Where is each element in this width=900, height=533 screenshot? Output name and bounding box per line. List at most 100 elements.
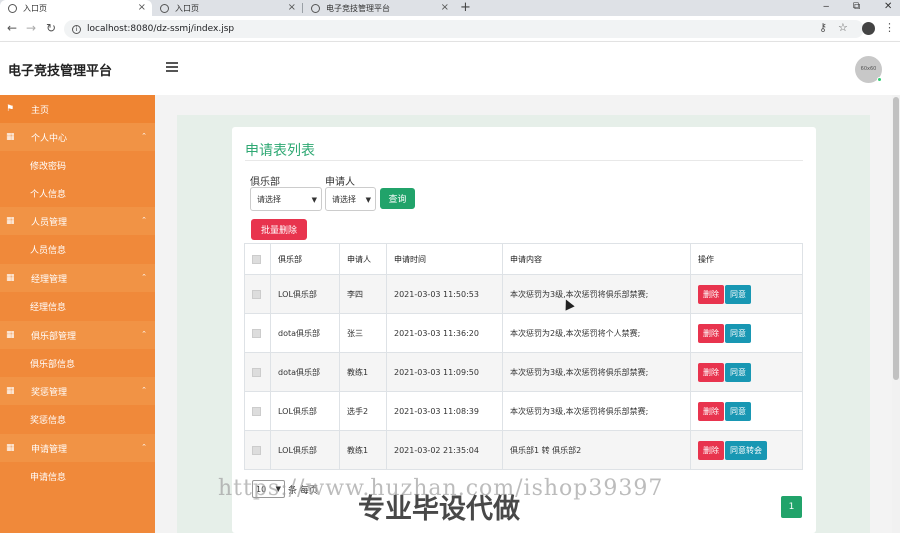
club-filter-select[interactable]: 请选择 ▼: [250, 187, 322, 211]
sidebar: ⚑ 主页 ▦ 个人中心 ⌃ 修改密码 个人信息 ▦ 人员管理 ⌃ 人员信息 ▦ …: [0, 95, 155, 533]
close-tab-icon[interactable]: ×: [441, 2, 449, 13]
sidebar-item-label: 个人中心: [31, 133, 68, 144]
delete-button[interactable]: 删除: [698, 323, 724, 343]
approve-transfer-button[interactable]: 同意转会: [725, 440, 767, 460]
sidebar-item-manager-info[interactable]: 经理信息: [0, 292, 155, 320]
address-bar-row: ← → ↻ i localhost:8080/dz-ssmj/index.jsp…: [0, 16, 900, 42]
close-tab-icon[interactable]: ×: [288, 2, 296, 13]
row-checkbox[interactable]: [252, 367, 261, 377]
sidebar-item-label: 个人信息: [30, 189, 67, 200]
approve-button[interactable]: 同意: [725, 284, 751, 304]
cell-time: 2021-03-03 11:36:20: [386, 313, 503, 353]
sidebar-item-personal-info[interactable]: 个人信息: [0, 179, 155, 207]
globe-icon: [311, 3, 320, 13]
cell-applicant: 教练1: [339, 352, 387, 392]
sidebar-group-club[interactable]: ▦ 俱乐部管理 ⌃: [0, 321, 155, 349]
new-tab-button[interactable]: +: [460, 0, 471, 15]
chevron-up-icon: ⌃: [141, 386, 147, 394]
cell-club: dota俱乐部: [270, 352, 340, 392]
sidebar-group-staff[interactable]: ▦ 人员管理 ⌃: [0, 207, 155, 235]
table-row: LOL俱乐部 选手2 2021-03-03 11:08:39 本次惩罚为3级,本…: [244, 391, 803, 431]
grid-icon: ▦: [6, 132, 15, 142]
sidebar-group-personal[interactable]: ▦ 个人中心 ⌃: [0, 123, 155, 151]
batch-delete-button[interactable]: 批量删除: [251, 219, 307, 240]
table-row: LOL俱乐部 李四 2021-03-03 11:50:53 本次惩罚为3级,本次…: [244, 274, 803, 314]
select-all-checkbox[interactable]: [252, 254, 261, 264]
sidebar-item-label: 奖惩管理: [31, 387, 68, 398]
cell-club: LOL俱乐部: [270, 391, 340, 431]
cell-time: 2021-03-03 11:08:39: [386, 391, 503, 431]
select-value: 请选择: [332, 194, 356, 204]
url-field[interactable]: i localhost:8080/dz-ssmj/index.jsp: [64, 20, 864, 38]
sidebar-item-label: 人员管理: [31, 217, 68, 228]
grid-icon: ▦: [6, 330, 15, 340]
applicant-filter-select[interactable]: 请选择 ▼: [325, 187, 376, 211]
sidebar-group-application[interactable]: ▦ 申请管理 ⌃: [0, 434, 155, 462]
delete-button[interactable]: 删除: [698, 284, 724, 304]
grid-icon: ▦: [6, 273, 15, 283]
globe-icon: [160, 3, 169, 13]
col-header-club: 俱乐部: [270, 243, 340, 275]
close-window-button[interactable]: ✕: [884, 0, 892, 14]
sidebar-item-staff-info[interactable]: 人员信息: [0, 235, 155, 263]
info-icon[interactable]: i: [72, 24, 81, 34]
col-header-applicant: 申请人: [339, 243, 387, 275]
sidebar-item-label: 奖惩信息: [30, 415, 67, 426]
minimize-button[interactable]: ‒: [823, 0, 829, 14]
delete-button[interactable]: 删除: [698, 440, 724, 460]
cell-time: 2021-03-02 21:35:04: [386, 430, 503, 470]
page-number-button[interactable]: 1: [781, 496, 802, 518]
key-icon[interactable]: ⚷: [819, 21, 827, 34]
avatar[interactable]: 60x60: [855, 56, 882, 83]
page-title: 申请表列表: [245, 143, 315, 159]
cell-applicant: 李四: [339, 274, 387, 314]
browser-tab-1[interactable]: 入口页 ×: [0, 0, 152, 16]
row-checkbox[interactable]: [252, 328, 261, 338]
sidebar-group-manager[interactable]: ▦ 经理管理 ⌃: [0, 264, 155, 292]
back-icon[interactable]: ←: [7, 21, 17, 35]
approve-button[interactable]: 同意: [725, 323, 751, 343]
cell-club: dota俱乐部: [270, 313, 340, 353]
star-icon[interactable]: ☆: [838, 21, 848, 34]
row-checkbox[interactable]: [252, 289, 261, 299]
delete-button[interactable]: 删除: [698, 362, 724, 382]
row-checkbox[interactable]: [252, 445, 261, 455]
cell-applicant: 张三: [339, 313, 387, 353]
forward-icon[interactable]: →: [26, 21, 36, 35]
menu-toggle-icon[interactable]: [166, 62, 178, 74]
avatar-text: 60x60: [860, 66, 877, 72]
sidebar-item-label: 经理管理: [31, 274, 68, 285]
sidebar-item-reward-info[interactable]: 奖惩信息: [0, 405, 155, 433]
url-text: localhost:8080/dz-ssmj/index.jsp: [87, 24, 235, 34]
col-header-content: 申请内容: [502, 243, 691, 275]
grid-icon: ▦: [6, 216, 15, 226]
select-value: 请选择: [257, 194, 281, 204]
sidebar-item-club-info[interactable]: 俱乐部信息: [0, 349, 155, 377]
browser-tab-3[interactable]: 电子竞技管理平台 ×: [303, 0, 455, 16]
delete-button[interactable]: 删除: [698, 401, 724, 421]
sidebar-item-change-password[interactable]: 修改密码: [0, 151, 155, 179]
close-tab-icon[interactable]: ×: [138, 2, 146, 13]
cell-club: LOL俱乐部: [270, 274, 340, 314]
sidebar-item-application-info[interactable]: 申请信息: [0, 462, 155, 490]
row-checkbox[interactable]: [252, 406, 261, 416]
reload-icon[interactable]: ↻: [46, 21, 56, 35]
chevron-up-icon: ⌃: [141, 443, 147, 451]
more-icon[interactable]: ⋮: [884, 21, 895, 34]
approve-button[interactable]: 同意: [725, 362, 751, 382]
approve-button[interactable]: 同意: [725, 401, 751, 421]
sidebar-item-label: 俱乐部管理: [31, 331, 77, 342]
app-header: 电子竞技管理平台 60x60: [0, 42, 900, 95]
maximize-button[interactable]: ⧉: [853, 0, 860, 14]
profile-icon[interactable]: [862, 22, 875, 35]
sidebar-item-label: 申请信息: [30, 472, 67, 483]
sidebar-group-reward[interactable]: ▦ 奖惩管理 ⌃: [0, 377, 155, 405]
cell-content: 俱乐部1 转 俱乐部2: [502, 430, 691, 470]
sidebar-item-home[interactable]: ⚑ 主页: [0, 95, 155, 123]
query-button[interactable]: 查询: [380, 188, 415, 209]
cell-applicant: 教练1: [339, 430, 387, 470]
col-header-actions: 操作: [690, 243, 803, 275]
chevron-up-icon: ⌃: [141, 273, 147, 281]
browser-tab-2[interactable]: 入口页 ×: [152, 0, 302, 16]
page-scrollbar[interactable]: [892, 95, 900, 533]
